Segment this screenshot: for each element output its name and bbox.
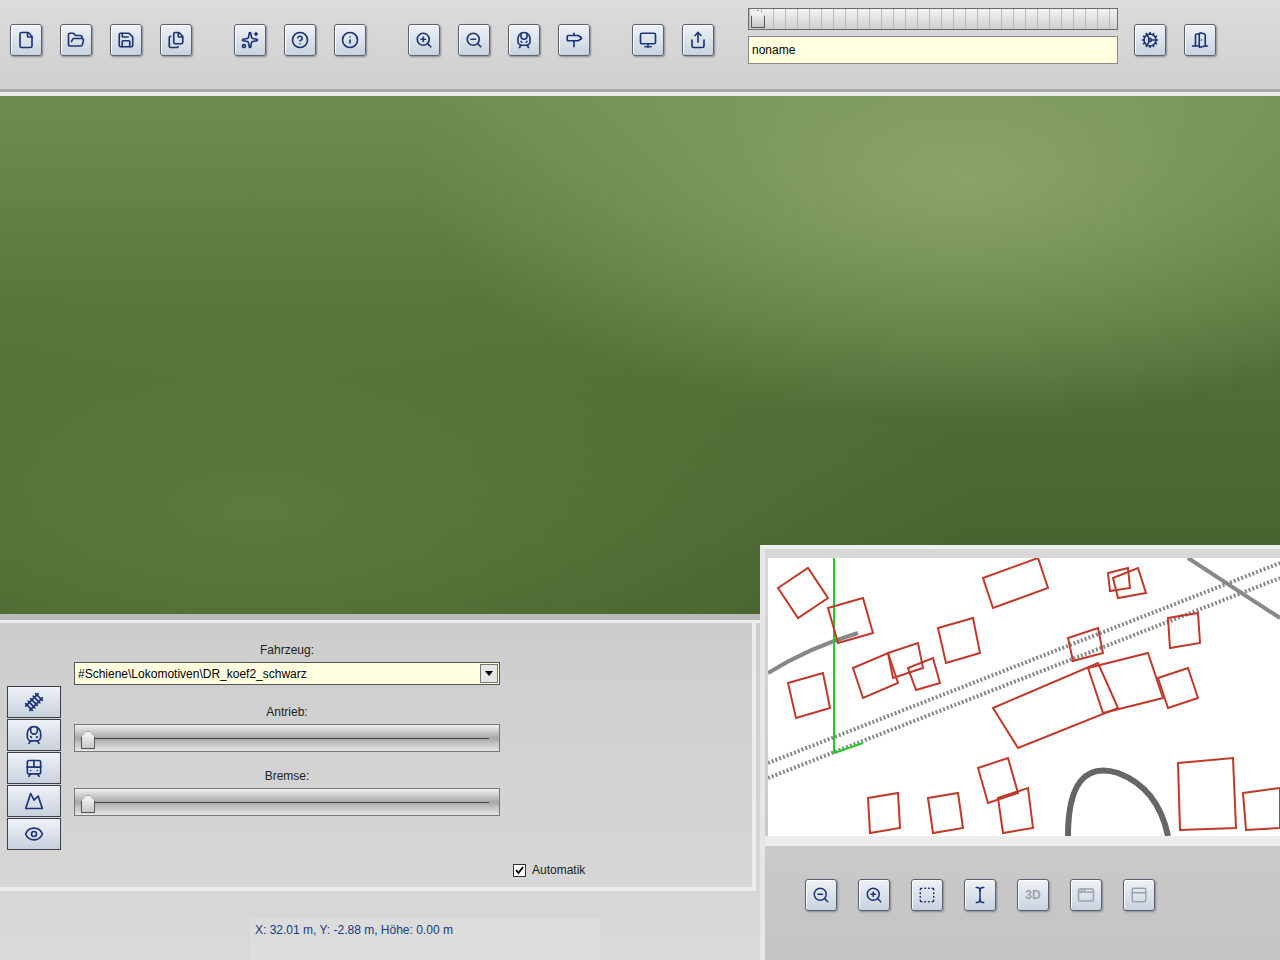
toolbar-group xyxy=(1134,8,1216,56)
toolbar-button[interactable] xyxy=(1134,24,1166,56)
slider-label: Bremse: xyxy=(74,752,500,788)
check-icon xyxy=(515,866,524,875)
text-cursor-icon xyxy=(971,886,989,904)
select-rect-icon xyxy=(918,886,936,904)
slider-label: Antrieb: xyxy=(74,685,500,724)
app-window: Fahrzeug:#Schiene\Lokomotiven\DR_koef2_s… xyxy=(0,0,1280,960)
map-button[interactable] xyxy=(1123,879,1155,911)
3d-view[interactable] xyxy=(0,96,1280,620)
map-button[interactable] xyxy=(964,879,996,911)
toolbar-icon xyxy=(689,31,707,49)
toolbar-icon xyxy=(515,31,533,49)
slider-thumb[interactable] xyxy=(81,731,95,749)
toolbar-icon xyxy=(415,31,433,49)
side-button[interactable] xyxy=(7,719,61,751)
vehicle-panel: Fahrzeug:#Schiene\Lokomotiven\DR_koef2_s… xyxy=(0,620,760,960)
track-map[interactable] xyxy=(768,558,1280,836)
panel-icon xyxy=(1130,886,1148,904)
gear-icon xyxy=(1141,31,1159,49)
toolbar-button[interactable] xyxy=(632,24,664,56)
map-button[interactable] xyxy=(805,879,837,911)
side-button[interactable] xyxy=(7,752,61,784)
map-button[interactable] xyxy=(1070,879,1102,911)
toolbar-button[interactable] xyxy=(60,24,92,56)
toolbar-button[interactable] xyxy=(458,24,490,56)
vehicle-dropdown[interactable]: #Schiene\Lokomotiven\DR_koef2_schwarz xyxy=(74,662,500,685)
side-button[interactable] xyxy=(7,785,61,817)
toolbar-button[interactable] xyxy=(284,24,316,56)
slider-thumb[interactable] xyxy=(751,10,765,28)
terrain-icon xyxy=(24,791,44,811)
toolbar-icon xyxy=(639,31,657,49)
toolbar-button[interactable] xyxy=(234,24,266,56)
toolbar-group xyxy=(632,8,714,56)
side-toolbar xyxy=(7,637,61,887)
field-label: Fahrzeug: xyxy=(74,637,500,662)
train-cars-icon xyxy=(24,758,44,778)
toolbar-icon xyxy=(341,31,359,49)
map-toolbar: 3D xyxy=(765,846,1280,911)
toolbar-button[interactable] xyxy=(1184,24,1216,56)
toolbar-icon xyxy=(565,31,583,49)
zoom-out-icon xyxy=(812,886,830,904)
toolbar-button[interactable] xyxy=(10,24,42,56)
toolbar-button[interactable] xyxy=(558,24,590,56)
eye-icon xyxy=(24,824,44,844)
toolbar-icon xyxy=(167,31,185,49)
checkbox-box[interactable] xyxy=(513,864,526,877)
toolbar-button[interactable] xyxy=(334,24,366,56)
toolbar-group xyxy=(408,8,590,56)
toolbar-group xyxy=(10,8,192,56)
automatik-checkbox[interactable]: Automatik xyxy=(513,863,585,877)
slider-thumb[interactable] xyxy=(81,795,95,813)
toolbar xyxy=(0,0,1280,96)
toolbar-button[interactable] xyxy=(110,24,142,56)
top-controls xyxy=(748,8,1118,64)
toolbar-icon xyxy=(117,31,135,49)
toolbar-icon xyxy=(291,31,309,49)
toolbar-button[interactable] xyxy=(408,24,440,56)
side-button[interactable] xyxy=(7,686,61,718)
map-button[interactable] xyxy=(911,879,943,911)
exit-door-icon xyxy=(1191,31,1209,49)
top-slider[interactable] xyxy=(748,8,1118,30)
slider[interactable] xyxy=(74,724,500,752)
toolbar-button[interactable] xyxy=(682,24,714,56)
vehicle-form: Fahrzeug:#Schiene\Lokomotiven\DR_koef2_s… xyxy=(74,637,500,887)
toolbar-group xyxy=(234,8,366,56)
toolbar-button[interactable] xyxy=(160,24,192,56)
file-name-field[interactable] xyxy=(748,36,1118,64)
status-bar: X: 32.01 m, Y: -2.88 m, Höhe: 0.00 m xyxy=(250,918,600,960)
dropdown-arrow-icon xyxy=(480,664,498,683)
toolbar-icon xyxy=(465,31,483,49)
toolbar-icon xyxy=(17,31,35,49)
toolbar-icon xyxy=(67,31,85,49)
zoom-in-icon xyxy=(865,886,883,904)
toolbar-icon xyxy=(241,31,259,49)
map-button[interactable] xyxy=(858,879,890,911)
slider[interactable] xyxy=(74,788,500,816)
side-button[interactable] xyxy=(7,818,61,850)
window-icon xyxy=(1077,886,1095,904)
track-icon xyxy=(24,692,44,712)
map-button[interactable]: 3D xyxy=(1017,879,1049,911)
toolbar-button[interactable] xyxy=(508,24,540,56)
locomotive-icon xyxy=(24,725,44,745)
map-panel: 3D xyxy=(760,545,1280,960)
